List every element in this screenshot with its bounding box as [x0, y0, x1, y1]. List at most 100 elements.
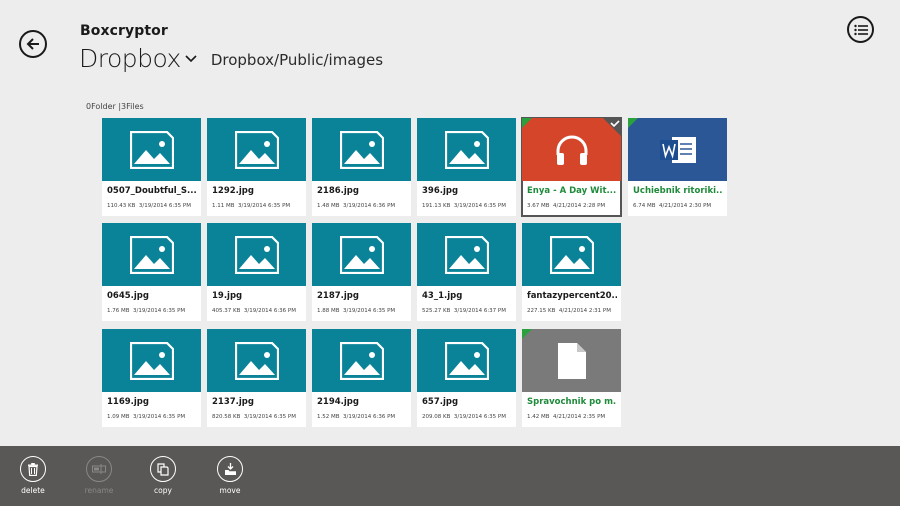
image-icon: [444, 341, 489, 380]
item-count: 0Folder |3Files: [86, 102, 144, 111]
delete-button[interactable]: delete: [8, 456, 58, 495]
file-meta: 1.48 MB 3/19/2014 6:36 PM: [317, 203, 395, 209]
file-tile[interactable]: 19.jpg 405.37 KB 3/19/2014 6:36 PM: [207, 223, 306, 321]
file-thumbnail: [312, 329, 411, 392]
file-size: 525.27 KB: [422, 308, 451, 314]
file-name: 2194.jpg: [317, 397, 359, 407]
file-date: 3/19/2014 6:35 PM: [133, 308, 186, 314]
file-tile[interactable]: Uchiebnik ritoriki... 6.74 MB 4/21/2014 2…: [628, 118, 727, 216]
copy-button[interactable]: copy: [138, 456, 188, 495]
file-size: 820.58 KB: [212, 414, 241, 420]
file-date: 3/19/2014 6:37 PM: [453, 308, 506, 314]
file-tile[interactable]: 43_1.jpg 525.27 KB 3/19/2014 6:37 PM: [417, 223, 516, 321]
list-icon: [853, 24, 868, 35]
arrow-left-icon: [26, 38, 39, 50]
image-icon: [234, 235, 279, 274]
file-tile[interactable]: 0645.jpg 1.76 MB 3/19/2014 6:35 PM: [102, 223, 201, 321]
image-icon: [339, 130, 384, 169]
file-tile[interactable]: fantazypercent20... 227.15 KB 4/21/2014 2…: [522, 223, 621, 321]
file-tile[interactable]: 2187.jpg 1.88 MB 3/19/2014 6:35 PM: [312, 223, 411, 321]
app-bar: delete rename copy move: [0, 446, 900, 506]
back-button[interactable]: [19, 30, 47, 58]
file-size: 191.13 KB: [422, 203, 451, 209]
file-name: 43_1.jpg: [422, 291, 463, 301]
file-thumbnail: [312, 223, 411, 286]
file-tile[interactable]: 1292.jpg 1.11 MB 3/19/2014 6:35 PM: [207, 118, 306, 216]
file-name: 0507_Doubtful_S...: [107, 186, 197, 196]
file-date: 3/19/2014 6:35 PM: [343, 308, 396, 314]
move-button[interactable]: move: [205, 456, 255, 495]
file-tile[interactable]: 396.jpg 191.13 KB 3/19/2014 6:35 PM: [417, 118, 516, 216]
file-tile[interactable]: 1169.jpg 1.09 MB 3/19/2014 6:35 PM: [102, 329, 201, 427]
file-size: 1.48 MB: [317, 203, 340, 209]
file-thumbnail: [207, 329, 306, 392]
file-name: 2186.jpg: [317, 186, 359, 196]
file-date: 4/21/2014 2:35 PM: [553, 414, 606, 420]
file-thumbnail: [102, 118, 201, 181]
file-name: 2137.jpg: [212, 397, 254, 407]
file-tile[interactable]: Enya - A Day Wit... 3.67 MB 4/21/2014 2:2…: [521, 117, 622, 217]
location-header: Dropbox Dropbox/Public/images: [79, 44, 383, 73]
file-date: 4/21/2014 2:30 PM: [659, 203, 712, 209]
file-size: 1.52 MB: [317, 414, 340, 420]
move-icon: [224, 462, 236, 475]
file-name: fantazypercent20...: [527, 291, 617, 301]
file-meta: 1.88 MB 3/19/2014 6:35 PM: [317, 308, 395, 314]
file-name: Spravochnik po m...: [527, 397, 617, 407]
file-name: 1169.jpg: [107, 397, 149, 407]
delete-label: delete: [21, 486, 45, 495]
file-tile[interactable]: 0507_Doubtful_S... 110.43 KB 3/19/2014 6:…: [102, 118, 201, 216]
file-size: 110.43 KB: [107, 203, 136, 209]
file-thumbnail: [628, 118, 727, 181]
file-tile[interactable]: 2194.jpg 1.52 MB 3/19/2014 6:36 PM: [312, 329, 411, 427]
file-thumbnail: [417, 223, 516, 286]
sync-indicator: [522, 118, 532, 128]
copy-icon: [157, 462, 169, 476]
image-icon: [129, 130, 174, 169]
rename-button[interactable]: rename: [74, 456, 124, 495]
location-selector[interactable]: Dropbox: [79, 44, 181, 73]
file-name: 2187.jpg: [317, 291, 359, 301]
file-name: 0645.jpg: [107, 291, 149, 301]
file-name: 1292.jpg: [212, 186, 254, 196]
file-date: 3/19/2014 6:35 PM: [243, 414, 296, 420]
file-date: 3/19/2014 6:35 PM: [453, 414, 506, 420]
chevron-down-icon[interactable]: [185, 54, 197, 64]
file-date: 3/19/2014 6:36 PM: [343, 203, 396, 209]
file-name: Uchiebnik ritoriki...: [633, 186, 723, 196]
document-icon: [557, 342, 587, 380]
file-tile[interactable]: 2186.jpg 1.48 MB 3/19/2014 6:36 PM: [312, 118, 411, 216]
file-date: 3/19/2014 6:35 PM: [133, 414, 186, 420]
file-meta: 110.43 KB 3/19/2014 6:35 PM: [107, 203, 191, 209]
file-name: Enya - A Day Wit...: [527, 186, 617, 196]
file-thumbnail: [417, 118, 516, 181]
image-icon: [339, 341, 384, 380]
file-size: 6.74 MB: [633, 203, 656, 209]
file-meta: 405.37 KB 3/19/2014 6:36 PM: [212, 308, 296, 314]
file-tile[interactable]: 657.jpg 209.08 KB 3/19/2014 6:35 PM: [417, 329, 516, 427]
copy-label: copy: [154, 486, 172, 495]
file-thumbnail: [102, 223, 201, 286]
image-icon: [234, 341, 279, 380]
file-thumbnail: [417, 329, 516, 392]
file-name: 396.jpg: [422, 186, 459, 196]
view-options-button[interactable]: [847, 16, 874, 43]
file-meta: 1.76 MB 3/19/2014 6:35 PM: [107, 308, 185, 314]
rename-label: rename: [84, 486, 114, 495]
sync-indicator: [522, 329, 532, 339]
file-meta: 1.52 MB 3/19/2014 6:36 PM: [317, 414, 395, 420]
app-title: Boxcryptor: [80, 23, 168, 39]
file-meta: 191.13 KB 3/19/2014 6:35 PM: [422, 203, 506, 209]
file-tile[interactable]: Spravochnik po m... 1.42 MB 4/21/2014 2:3…: [522, 329, 621, 427]
image-icon: [129, 235, 174, 274]
file-name: 19.jpg: [212, 291, 243, 301]
file-size: 1.76 MB: [107, 308, 130, 314]
image-icon: [444, 235, 489, 274]
file-size: 227.15 KB: [527, 308, 556, 314]
file-thumbnail: [102, 329, 201, 392]
file-date: 3/19/2014 6:35 PM: [453, 203, 506, 209]
file-date: 3/19/2014 6:35 PM: [138, 203, 191, 209]
file-tile[interactable]: 2137.jpg 820.58 KB 3/19/2014 6:35 PM: [207, 329, 306, 427]
file-date: 3/19/2014 6:35 PM: [238, 203, 291, 209]
file-thumbnail: [522, 223, 621, 286]
